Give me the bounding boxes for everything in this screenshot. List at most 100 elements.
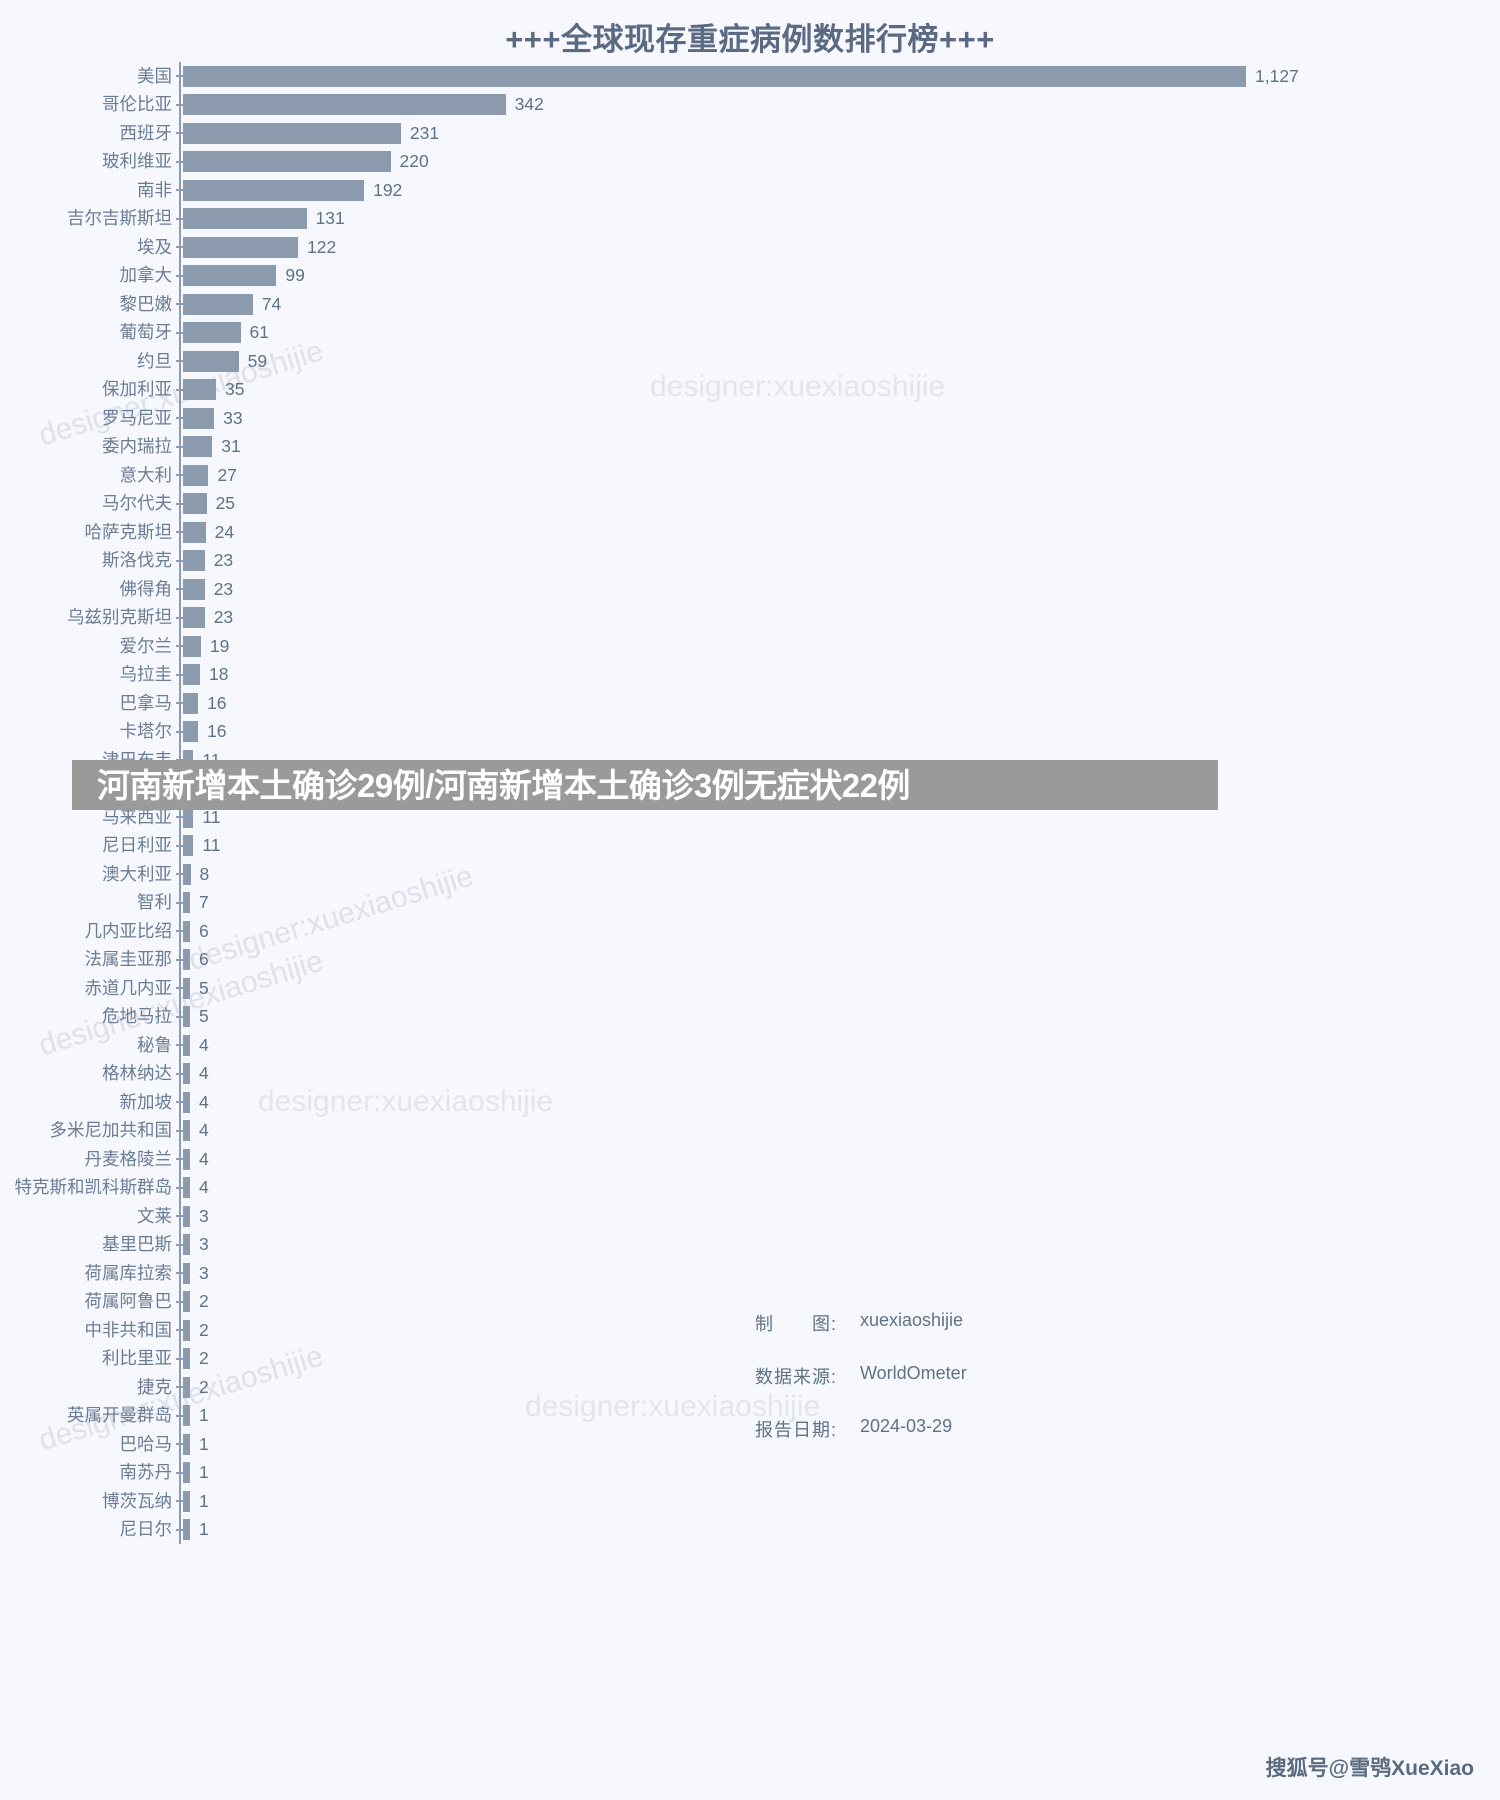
bar-row: 黎巴嫩 74 (0, 290, 1500, 319)
bar-category-label: 特克斯和凯科斯群岛 (14, 1177, 173, 1197)
credit-line: 报告日期: 2024-03-29 (755, 1416, 967, 1442)
bar-category-label: 保加利亚 (102, 379, 172, 399)
bar-container: 19 (183, 632, 1500, 661)
bar (183, 692, 199, 714)
bar-row: 特克斯和凯科斯群岛 4 (0, 1174, 1500, 1203)
bar-value-label: 33 (223, 407, 243, 428)
bar-container: 6 (183, 946, 1500, 975)
bar-container: 8 (183, 860, 1500, 889)
bar-category-label: 南非 (137, 179, 172, 200)
bar (183, 1376, 190, 1398)
bar-container: 4 (183, 1145, 1500, 1174)
bar-value-label: 2 (199, 1376, 209, 1397)
bar-value-label: 74 (261, 293, 282, 314)
bar-value-label: 2 (199, 1291, 209, 1311)
bar (183, 379, 216, 401)
bar-container: 1 (183, 1487, 1500, 1516)
bar-row: 爱尔兰 19 (0, 632, 1500, 661)
bar-value-label: 61 (249, 322, 269, 342)
bar-row: 荷属库拉索 3 (0, 1259, 1500, 1288)
bar (183, 1148, 190, 1170)
bar-row: 西班牙 231 (0, 119, 1500, 148)
bar (183, 236, 299, 258)
credit-line: 制 图: xuexiaoshijie (755, 1310, 967, 1336)
credit-key: 制 图: (755, 1314, 838, 1334)
bar (183, 664, 200, 686)
bar-value-label: 4 (199, 1063, 209, 1083)
bar-row: 卡塔尔 16 (0, 718, 1500, 747)
bar (183, 322, 241, 344)
bar-container: 4 (183, 1088, 1500, 1117)
bar-row: 哥伦比亚 342 (0, 91, 1500, 120)
bar-value-label: 4 (199, 1091, 209, 1112)
bar-row: 加拿大 99 (0, 262, 1500, 291)
bar (183, 721, 199, 743)
bar-value-label: 8 (199, 863, 210, 884)
bar (183, 1234, 190, 1256)
bar-category-label: 文莱 (137, 1205, 172, 1226)
bar-value-label: 1 (199, 1433, 209, 1454)
bar-category-label: 英属开曼群岛 (67, 1405, 172, 1425)
bar-row: 吉尔吉斯斯坦 131 (0, 205, 1500, 234)
bar-row: 秘鲁 4 (0, 1031, 1500, 1060)
bar-value-label: 31 (221, 436, 241, 456)
bar-category-label: 马来西亚 (102, 806, 172, 827)
bar-value-label: 192 (373, 179, 403, 200)
bar-value-label: 11 (202, 806, 221, 827)
bar (183, 1519, 190, 1541)
bar-value-label: 3 (199, 1262, 209, 1283)
bar-row: 南苏丹 1 (0, 1459, 1500, 1488)
bar-container: 122 (183, 233, 1500, 262)
bar-container: 27 (183, 461, 1500, 490)
bar-value-label: 7 (199, 892, 209, 912)
bar-value-label: 6 (199, 920, 209, 941)
bar-container: 99 (183, 262, 1500, 291)
bar-row: 巴哈马 1 (0, 1430, 1500, 1459)
bar-row: 意大利 27 (0, 461, 1500, 490)
bar-container: 35 (183, 376, 1500, 405)
bar (183, 1319, 190, 1341)
bar (183, 1120, 190, 1142)
page-title: +++全球现存重症病例数排行榜+++ (505, 22, 995, 57)
bar (183, 920, 190, 942)
bar-category-label: 乌拉圭 (119, 664, 173, 684)
bar-category-label: 危地马拉 (102, 1006, 172, 1026)
bar (183, 179, 365, 201)
bar-row: 尼日尔 1 (0, 1516, 1500, 1545)
bar (183, 293, 253, 315)
bar-container: 3 (183, 1231, 1500, 1260)
bar-value-label: 99 (285, 265, 305, 285)
bar-row: 葡萄牙 61 (0, 319, 1500, 348)
bar (183, 835, 194, 857)
bar-container: 23 (183, 547, 1500, 576)
bar-category-label: 多米尼加共和国 (49, 1120, 173, 1140)
bar-container: 5 (183, 1003, 1500, 1032)
bar-row: 乌拉圭 18 (0, 661, 1500, 690)
bar-container: 31 (183, 433, 1500, 462)
bar-value-label: 2 (199, 1319, 209, 1340)
bar-category-label: 澳大利亚 (102, 863, 172, 884)
bar-value-label: 19 (209, 635, 230, 656)
bar (183, 265, 277, 287)
bar-category-label: 赤道几内亚 (84, 977, 173, 998)
bar-container: 33 (183, 404, 1500, 433)
bar (183, 1091, 190, 1113)
bar-category-label: 美国 (137, 65, 172, 86)
bar-row: 利比里亚 2 (0, 1345, 1500, 1374)
bar (183, 1348, 190, 1370)
bar-value-label: 4 (199, 1177, 209, 1197)
bar (183, 1490, 190, 1512)
bar-category-label: 卡塔尔 (119, 721, 173, 741)
bar-value-label: 23 (213, 578, 234, 599)
bar-value-label: 5 (199, 1006, 209, 1026)
bar (183, 578, 205, 600)
bar-row: 智利 7 (0, 889, 1500, 918)
bar-value-label: 24 (214, 521, 235, 542)
bar-row: 博茨瓦纳 1 (0, 1487, 1500, 1516)
bar-category-label: 中非共和国 (84, 1319, 173, 1340)
bar (183, 436, 213, 458)
bar-row: 美国 1,127 (0, 62, 1500, 91)
sohu-account-tag: 搜狐号@雪鸮XueXiao (1265, 1757, 1474, 1780)
credit-value: WorldOmeter (860, 1363, 967, 1383)
bar-container: 342 (183, 91, 1500, 120)
